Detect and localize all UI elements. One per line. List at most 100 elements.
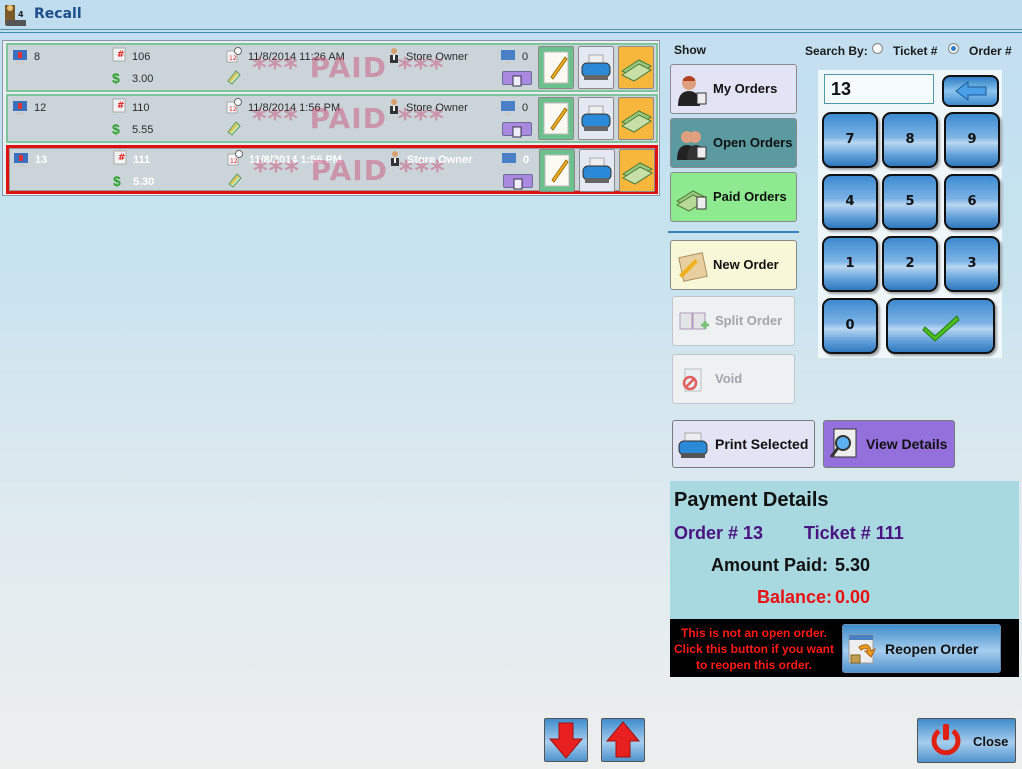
details-small-button[interactable] bbox=[502, 71, 532, 87]
pay-order-button[interactable] bbox=[618, 46, 654, 89]
numpad-key-8[interactable]: 8 bbox=[882, 112, 938, 168]
print-order-button[interactable] bbox=[578, 97, 614, 140]
my-orders-button[interactable]: My Orders bbox=[670, 64, 797, 114]
radio-ticket-label: Ticket # bbox=[893, 44, 938, 58]
receipt-icon bbox=[513, 178, 523, 190]
balance-label: Balance: bbox=[757, 587, 833, 607]
arrow-up-icon bbox=[605, 721, 641, 758]
edit-order-button[interactable] bbox=[539, 149, 575, 192]
seat-count: 0 bbox=[522, 102, 529, 114]
notepad-pencil-icon bbox=[544, 154, 570, 187]
payment-ticket-number: Ticket # 111 bbox=[804, 523, 904, 543]
printer-icon bbox=[582, 157, 612, 183]
dollar-icon: $ bbox=[113, 173, 121, 189]
magnifier-icon bbox=[829, 428, 857, 458]
reopen-icon bbox=[848, 634, 877, 664]
note-icon bbox=[227, 121, 241, 136]
details-small-button[interactable] bbox=[503, 174, 533, 190]
title-bar: 4 Recall bbox=[0, 0, 1022, 30]
view-details-label: View Details bbox=[866, 436, 948, 452]
svg-text:#: # bbox=[117, 50, 125, 60]
reopen-message: This is not an open order. Click this bu… bbox=[674, 626, 834, 672]
paid-orders-button[interactable]: Paid Orders bbox=[670, 172, 797, 222]
order-row[interactable]: 13 #111 $5.30 12 11/8/2014 1:56 PM *** PAID *… bbox=[6, 145, 658, 194]
order-datetime: 11/8/2014 1:56 PM bbox=[249, 154, 342, 166]
scroll-up-button[interactable] bbox=[601, 718, 645, 762]
checkmark-icon bbox=[921, 315, 960, 342]
window-title: Recall bbox=[34, 6, 82, 22]
server-icon bbox=[390, 48, 398, 63]
void-button[interactable]: Void bbox=[672, 354, 795, 404]
app-logo-icon: 4 bbox=[5, 5, 26, 26]
amount-paid-label: Amount Paid: bbox=[711, 555, 828, 575]
view-details-button[interactable]: View Details bbox=[823, 420, 955, 468]
print-selected-button[interactable]: Print Selected bbox=[672, 420, 815, 468]
arrow-left-icon bbox=[955, 81, 987, 101]
order-amount: 5.55 bbox=[132, 124, 154, 136]
pay-order-button[interactable] bbox=[619, 149, 655, 192]
ticket-icon: # bbox=[112, 47, 126, 62]
order-number: 12 bbox=[34, 102, 47, 114]
close-button[interactable]: Close bbox=[917, 718, 1016, 763]
print-order-button[interactable] bbox=[578, 46, 614, 89]
order-number: 8 bbox=[34, 51, 41, 63]
printer-icon bbox=[678, 432, 708, 458]
money-icon bbox=[675, 190, 707, 212]
numpad-key-1[interactable]: 1 bbox=[822, 236, 878, 292]
edit-order-button[interactable] bbox=[538, 97, 574, 140]
seat-count: 0 bbox=[522, 51, 529, 63]
enter-button[interactable] bbox=[886, 298, 995, 354]
backspace-button[interactable] bbox=[942, 75, 999, 107]
svg-text:12: 12 bbox=[230, 158, 238, 165]
order-row[interactable]: 8 #106 $3.00 12 11/8/2014 11:26 AM *** PAID *… bbox=[6, 43, 658, 92]
my-orders-label: My Orders bbox=[713, 81, 778, 96]
svg-text:12: 12 bbox=[229, 106, 237, 113]
people-icon bbox=[677, 131, 707, 160]
new-order-button[interactable]: New Order bbox=[670, 240, 797, 290]
server-icon bbox=[391, 151, 399, 166]
notepad-pencil-icon bbox=[543, 102, 569, 135]
paid-orders-label: Paid Orders bbox=[713, 189, 787, 204]
reopen-order-label: Reopen Order bbox=[885, 641, 979, 657]
edit-order-button[interactable] bbox=[538, 46, 574, 89]
radio-order-number[interactable] bbox=[948, 43, 959, 54]
print-selected-label: Print Selected bbox=[715, 436, 809, 452]
close-label: Close bbox=[973, 734, 1009, 749]
numpad-key-4[interactable]: 4 bbox=[822, 174, 878, 230]
new-order-label: New Order bbox=[713, 257, 779, 272]
order-datetime: 11/8/2014 1:56 PM bbox=[248, 102, 341, 114]
open-orders-button[interactable]: Open Orders bbox=[670, 118, 797, 168]
calendar-clock-icon: 12 bbox=[226, 47, 242, 63]
money-icon bbox=[620, 110, 653, 133]
dollar-icon: $ bbox=[112, 121, 120, 137]
print-order-button[interactable] bbox=[579, 149, 615, 192]
split-order-label: Split Order bbox=[715, 313, 783, 328]
search-input[interactable]: 13 bbox=[824, 74, 934, 104]
ticket-icon: # bbox=[112, 98, 126, 113]
pay-order-button[interactable] bbox=[618, 97, 654, 140]
numpad-key-7[interactable]: 7 bbox=[822, 112, 878, 168]
title-divider bbox=[0, 32, 1022, 33]
orders-list[interactable]: 8 #106 $3.00 12 11/8/2014 11:26 AM *** PAID *… bbox=[2, 40, 660, 196]
numpad-key-3[interactable]: 3 bbox=[944, 236, 1000, 292]
server-name: Store Owner bbox=[406, 102, 468, 114]
numpad-key-0[interactable]: 0 bbox=[822, 298, 878, 354]
order-row[interactable]: 12 #110 $5.55 12 11/8/2014 1:56 PM *** PAID *… bbox=[6, 94, 658, 143]
ticket-icon: # bbox=[113, 150, 127, 165]
payment-order-number: Order # 13 bbox=[674, 523, 764, 543]
numpad-key-9[interactable]: 9 bbox=[944, 112, 1000, 168]
numpad-key-6[interactable]: 6 bbox=[944, 174, 1000, 230]
numpad-key-5[interactable]: 5 bbox=[882, 174, 938, 230]
radio-ticket-number[interactable] bbox=[872, 43, 883, 54]
reopen-panel: This is not an open order. Click this bu… bbox=[670, 619, 1019, 677]
details-small-button[interactable] bbox=[502, 122, 532, 138]
order-datetime: 11/8/2014 11:26 AM bbox=[248, 51, 345, 63]
split-order-button[interactable]: Split Order bbox=[672, 296, 795, 346]
svg-text:4: 4 bbox=[18, 10, 24, 19]
money-icon bbox=[621, 162, 654, 185]
numpad-key-2[interactable]: 2 bbox=[882, 236, 938, 292]
scroll-down-button[interactable] bbox=[544, 718, 588, 762]
reopen-order-button[interactable]: Reopen Order bbox=[842, 624, 1001, 673]
balance-value: 0.00 bbox=[835, 587, 871, 607]
dollar-icon: $ bbox=[112, 70, 120, 86]
